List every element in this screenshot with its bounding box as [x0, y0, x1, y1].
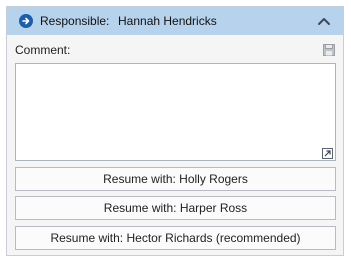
save-icon[interactable] — [323, 44, 335, 56]
resume-with-hector-richards-button[interactable]: Resume with: Hector Richards (recommende… — [15, 226, 336, 250]
chevron-up-icon[interactable] — [317, 15, 331, 27]
arrow-right-circle-icon — [19, 14, 33, 28]
comment-label: Comment: — [15, 43, 71, 57]
expand-icon[interactable] — [322, 148, 333, 159]
responsible-label: Responsible: — [40, 14, 110, 28]
panel-header[interactable]: Responsible: Hannah Hendricks — [7, 7, 343, 35]
resume-with-holly-rogers-button[interactable]: Resume with: Holly Rogers — [15, 167, 336, 191]
task-panel: Responsible: Hannah Hendricks Comment: R… — [6, 6, 344, 256]
resume-with-harper-ross-button[interactable]: Resume with: Harper Ross — [15, 196, 336, 220]
responsible-name: Hannah Hendricks — [118, 14, 217, 28]
comment-textarea[interactable] — [15, 63, 336, 161]
